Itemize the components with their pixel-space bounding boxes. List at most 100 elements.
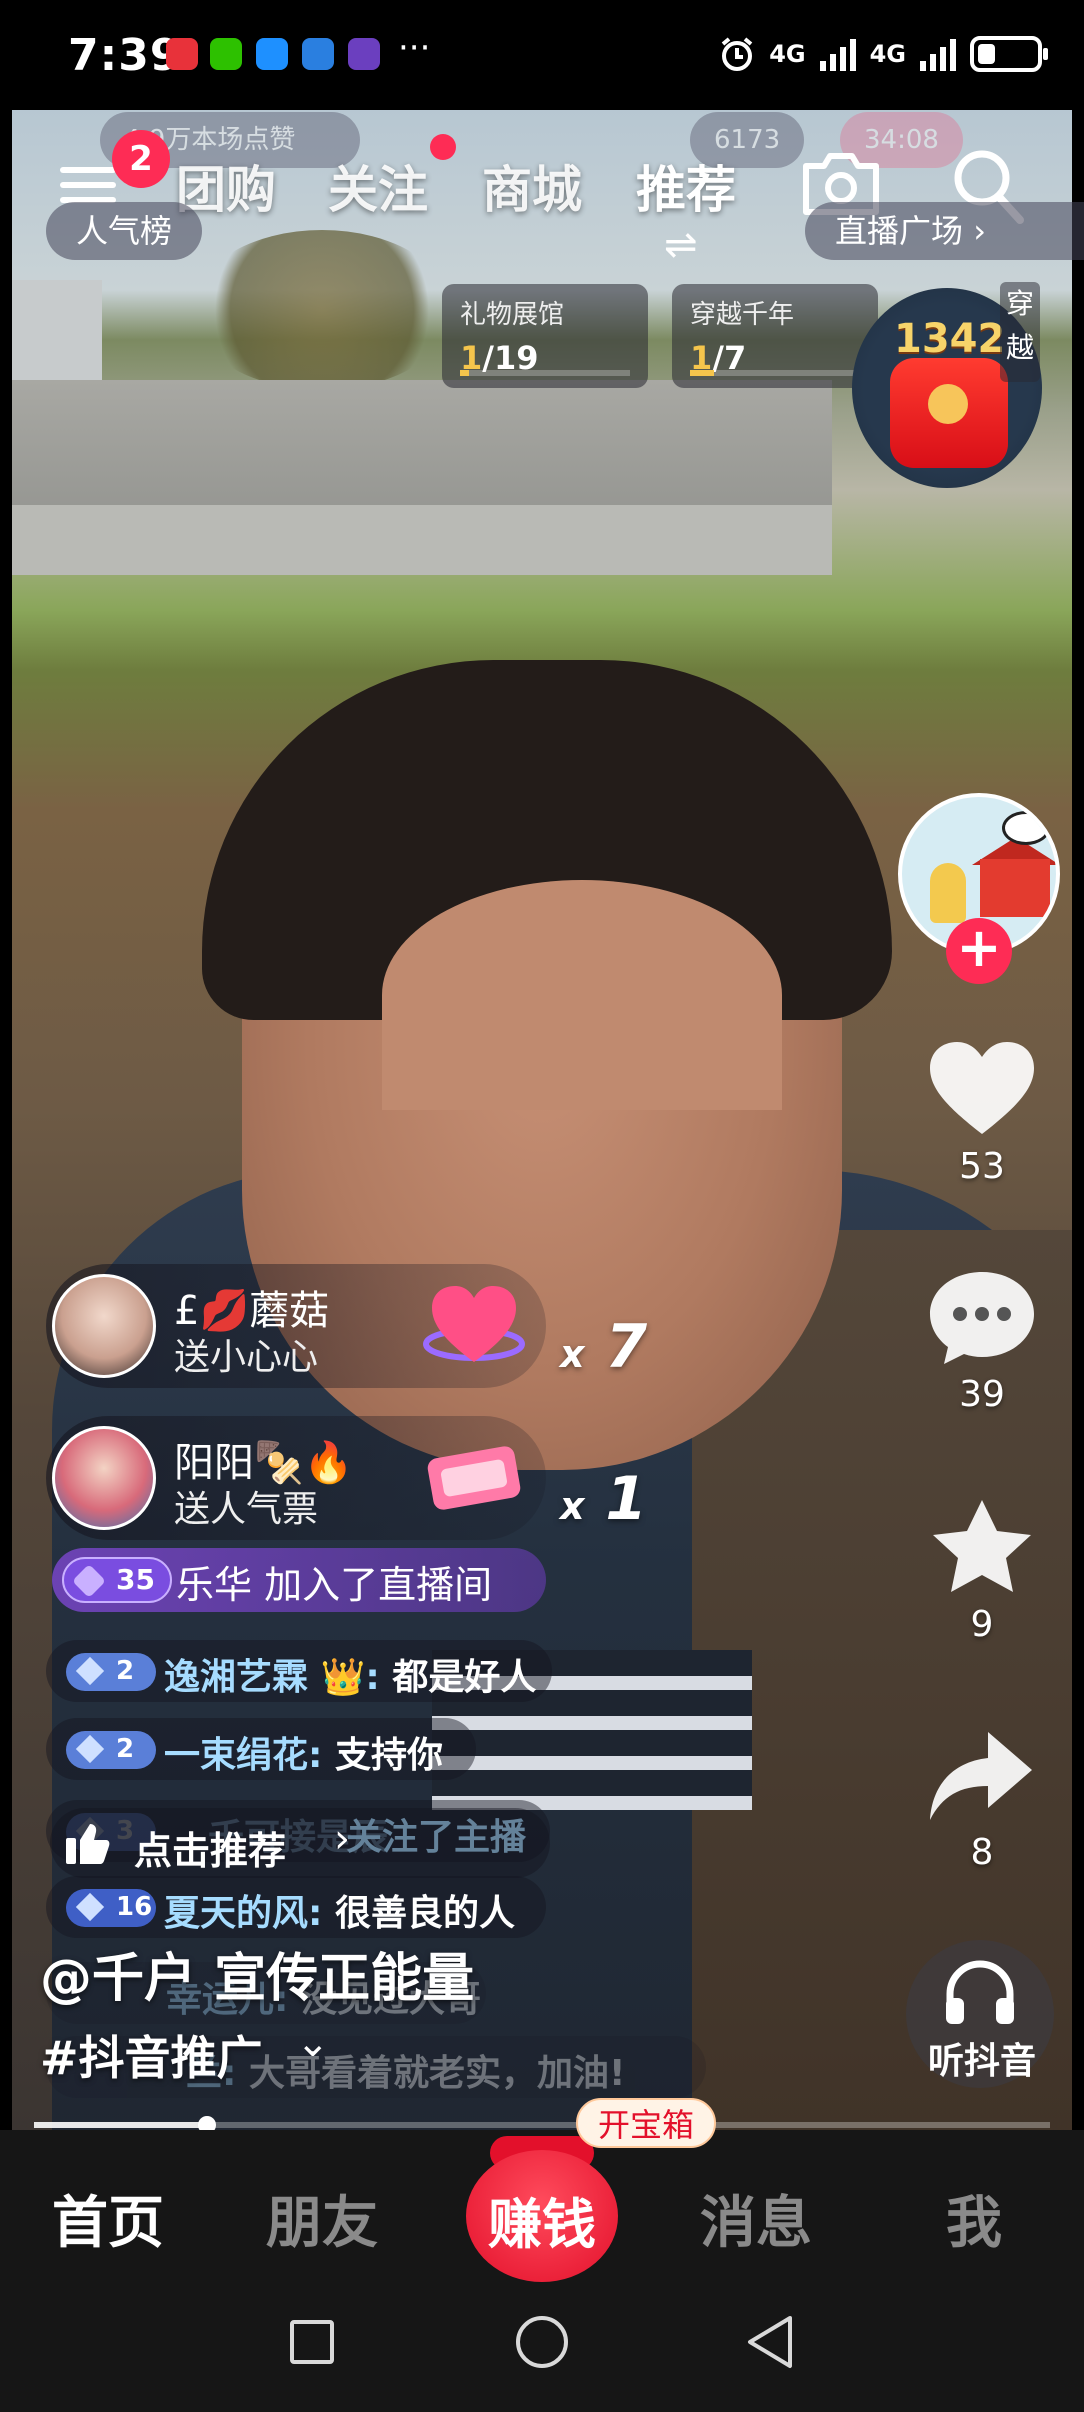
recommend-label: 点击推荐 <box>134 1829 287 1873</box>
red-packet-icon <box>890 358 1008 468</box>
gift-count: x 7 <box>560 1312 647 1382</box>
menu-badge: 2 <box>112 130 170 188</box>
level-badge: 35 <box>62 1557 172 1603</box>
avatar[interactable] <box>52 1274 156 1378</box>
battery-level <box>978 44 995 64</box>
earn-money-label: 赚钱 <box>488 2193 596 2256</box>
game-app-icon <box>348 38 380 70</box>
join-text: 乐华 加入了直播间 <box>176 1563 493 1607</box>
switch-icon[interactable]: ⇌ <box>664 222 698 268</box>
share-button[interactable]: 8 <box>922 1726 1042 1873</box>
battery-icon <box>970 36 1048 72</box>
share-icon <box>930 1732 1032 1820</box>
gift-action: 送小心心 <box>174 1337 319 1378</box>
avatar[interactable] <box>52 1426 156 1530</box>
tab-mall[interactable]: 商城 <box>482 150 582 222</box>
recommend-button[interactable]: 点击推荐 › <box>50 1808 550 1878</box>
network-type-2: 4G <box>869 40 906 68</box>
chat-user-name: 一束绢花: <box>164 1735 323 1776</box>
level-badge: 2 <box>66 1653 156 1691</box>
gift-count-value: 7 <box>605 1312 648 1382</box>
status-bar: 7:39 ··· 4G 4G <box>0 0 1084 110</box>
streamer-forehead <box>382 880 782 1110</box>
chat-text: 支持你 <box>334 1735 443 1776</box>
activity-progress-fill <box>460 370 469 376</box>
comment-button[interactable]: 39 <box>922 1268 1042 1415</box>
video-progress-fill <box>34 2122 207 2128</box>
chat-message[interactable]: 16 夏天的风: 很善良的人 <box>46 1876 546 1938</box>
comment-icon <box>930 1272 1034 1364</box>
chat-user-name: 夏天的风: <box>164 1893 323 1934</box>
weather-app-icon <box>302 38 334 70</box>
red-packet-count: 1342 <box>894 316 1006 362</box>
thumbs-up-icon <box>66 1824 110 1864</box>
heart-gift-icon <box>423 1286 525 1362</box>
chevron-right-icon: › <box>973 212 986 250</box>
favorite-button[interactable]: 9 <box>922 1498 1042 1645</box>
author-name[interactable]: @千户 宣传正能量 <box>40 1936 474 2011</box>
gift-x-mark: x <box>560 1484 585 1528</box>
activity-progress-bar <box>460 370 630 376</box>
share-count: 8 <box>970 1832 994 1873</box>
nav-friends[interactable]: 朋友 <box>266 2178 378 2259</box>
status-right: 4G 4G <box>719 36 1048 72</box>
popularity-ticket-icon <box>427 1446 521 1510</box>
comment-count: 39 <box>959 1374 1005 1415</box>
wechat-icon <box>210 38 242 70</box>
tab-follow[interactable]: 关注 <box>328 150 428 222</box>
popularity-rank-chip[interactable]: 人气榜 <box>46 202 203 260</box>
like-button[interactable]: 53 <box>922 1040 1042 1187</box>
chat-message[interactable]: 2 逸湘艺霖 👑: 都是好人 <box>46 1640 552 1702</box>
snoopy <box>1002 811 1050 845</box>
huawei-mall-icon <box>166 38 198 70</box>
chat-message[interactable]: 2 一束绢花: 支持你 <box>46 1718 476 1780</box>
chat-user: 一束绢花: 支持你 <box>164 1726 443 1778</box>
activity-progress-bar <box>690 370 860 376</box>
gift-count: x 1 <box>560 1464 647 1534</box>
live-plaza-chip[interactable]: 直播广场 › <box>805 202 1084 260</box>
nav-home[interactable]: 首页 <box>52 2178 164 2259</box>
network-type-1: 4G <box>769 40 806 68</box>
status-time: 7:39 <box>68 30 182 81</box>
background-wall-base <box>12 505 832 575</box>
doghouse <box>980 859 1050 917</box>
gift-action: 送人气票 <box>174 1489 319 1530</box>
charlie-brown <box>930 863 966 923</box>
activity-title: 穿越千年 <box>690 300 795 330</box>
chat-user: 逸湘艺霖 👑: 都是好人 <box>164 1648 536 1700</box>
time-travel-side-tag[interactable]: 穿越 <box>1000 282 1040 382</box>
gift-message: 阳阳🍢🔥 送人气票 <box>46 1416 546 1540</box>
listen-douyin-label: 听抖音 <box>927 2041 1036 2082</box>
nav-messages[interactable]: 消息 <box>700 2178 812 2259</box>
gift-x-mark: x <box>560 1332 585 1376</box>
alarm-icon <box>721 37 753 71</box>
back-button[interactable] <box>744 2314 796 2370</box>
live-plaza-label: 直播广场 <box>835 212 964 250</box>
bottom-nav: 首页 朋友 赚钱 消息 我 <box>0 2130 1084 2290</box>
gift-gallery-card[interactable]: 礼物展馆 1/19 <box>442 284 648 388</box>
hashtag[interactable]: #抖音推广 <box>40 2022 263 2088</box>
chat-user: 夏天的风: 很善良的人 <box>164 1884 515 1936</box>
follow-plus-button[interactable]: + <box>946 918 1012 984</box>
nav-me[interactable]: 我 <box>946 2178 1002 2259</box>
open-treasure-badge[interactable]: 开宝箱 <box>576 2098 717 2148</box>
chat-text: 很善良的人 <box>334 1893 515 1934</box>
like-count: 53 <box>959 1146 1005 1187</box>
level-badge: 2 <box>66 1731 156 1769</box>
gift-count-value: 1 <box>605 1464 648 1534</box>
chevron-down-icon[interactable]: ⌄ <box>296 2020 330 2066</box>
video-progress-bar[interactable] <box>34 2116 1050 2134</box>
activity-progress-fill <box>690 370 714 376</box>
chevron-right-icon: › <box>334 1816 350 1862</box>
time-travel-card[interactable]: 穿越千年 1/7 <box>672 284 878 388</box>
home-button[interactable] <box>516 2316 568 2368</box>
recents-button[interactable] <box>290 2320 334 2364</box>
tab-recommend[interactable]: 推荐 <box>636 150 736 222</box>
favorite-count: 9 <box>970 1604 994 1645</box>
headphones-icon <box>946 1960 1014 2024</box>
signal-icon-2 <box>920 37 956 71</box>
join-notice: 35 乐华 加入了直播间 <box>52 1548 546 1612</box>
message-app-icon <box>256 38 288 70</box>
heart-icon <box>930 1042 1034 1134</box>
tab-dot-badge <box>430 134 456 160</box>
